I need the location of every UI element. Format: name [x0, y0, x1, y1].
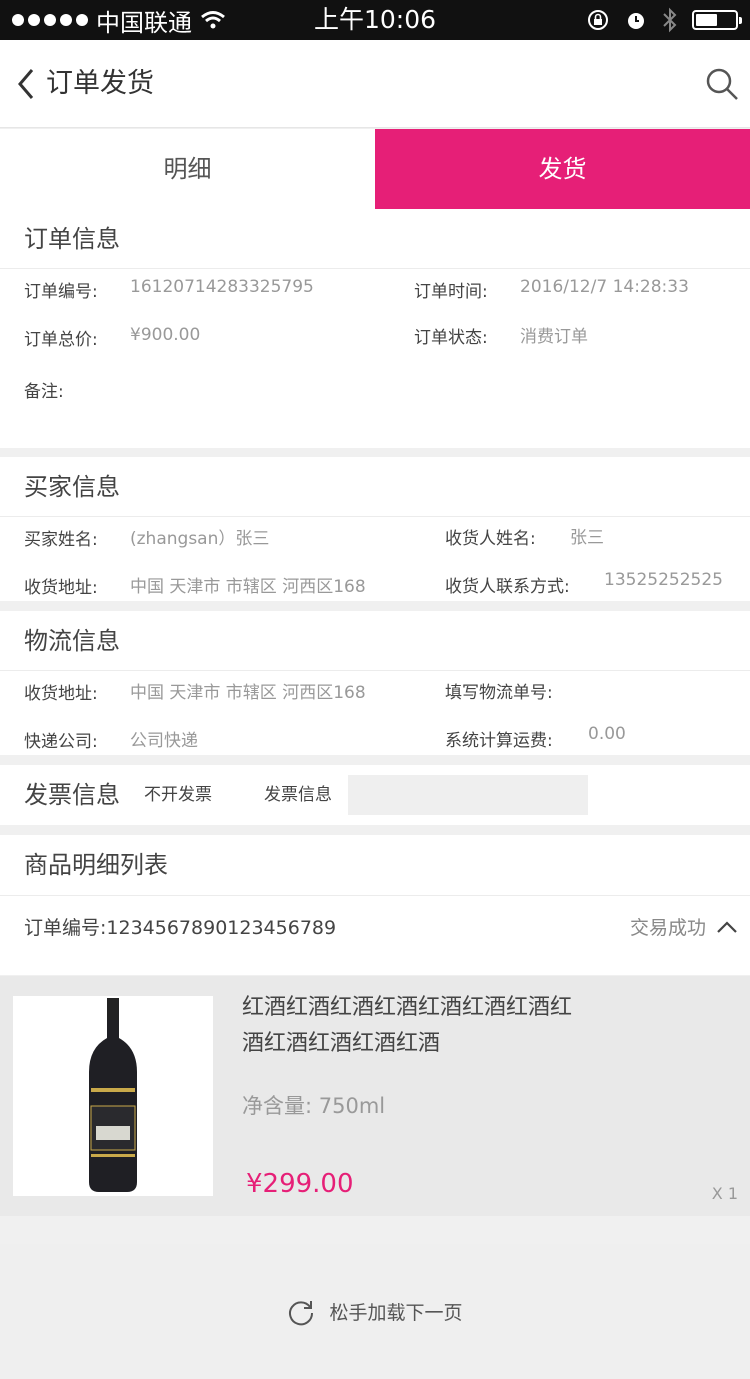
tab-bar: 明细 发货 — [0, 129, 750, 209]
section-title: 订单信息 — [0, 209, 750, 269]
product-price: ¥299.00 — [246, 1169, 354, 1199]
load-more-label: 松手加载下一页 — [329, 1302, 463, 1324]
goods-order-no: 订单编号:1234567890123456789 — [24, 917, 337, 939]
battery-icon — [692, 10, 742, 30]
product-quantity: X 1 — [711, 1184, 738, 1203]
list-item[interactable]: 红酒红酒红酒红酒红酒红酒红酒红 酒红酒红酒红酒红酒 净含量: 750ml ¥29… — [0, 976, 750, 1216]
tab-detail[interactable]: 明细 — [0, 129, 375, 209]
order-status-value: 消费订单 — [520, 327, 588, 347]
order-status-label: 订单状态: — [414, 328, 488, 348]
product-volume: 净含量: 750ml — [242, 1094, 386, 1118]
bluetooth-icon — [663, 7, 677, 33]
courier-value: 公司快递 — [130, 731, 198, 751]
refresh-icon — [289, 1300, 314, 1325]
section-title: 买家信息 — [0, 457, 750, 517]
tracking-no-label[interactable]: 填写物流单号: — [445, 678, 553, 703]
nav-bar: 订单发货 — [0, 40, 750, 128]
product-image — [13, 996, 213, 1196]
status-bar: 中国联通 上午10:06 — [0, 0, 750, 40]
buyer-name-value: (zhangsan）张三 — [130, 529, 270, 549]
buyer-info-section: 买家信息 买家姓名: (zhangsan）张三 收货人姓名: 张三 收货地址: … — [0, 457, 750, 601]
rotation-lock-icon — [588, 10, 608, 30]
invoice-info-label: 发票信息 — [264, 785, 332, 805]
order-no-value: 16120714283325795 — [130, 277, 314, 297]
tab-ship[interactable]: 发货 — [375, 129, 750, 209]
status-right — [586, 0, 742, 40]
freight-label: 系统计算运费: — [445, 731, 553, 751]
order-total-value: ¥900.00 — [130, 325, 201, 345]
courier-label: 快递公司: — [24, 732, 98, 752]
logistics-address-label: 收货地址: — [24, 684, 98, 704]
section-title: 商品明细列表 — [24, 851, 168, 879]
invoice-option[interactable]: 不开发票 — [144, 765, 212, 825]
logistics-address-value: 中国 天津市 市辖区 河西区168 — [130, 683, 366, 703]
trade-status-toggle[interactable]: 交易成功 — [630, 913, 738, 940]
section-title: 发票信息 — [24, 781, 120, 809]
invoice-info-input[interactable] — [348, 775, 588, 815]
buyer-name-label: 买家姓名: — [24, 530, 98, 550]
order-info-section: 订单信息 订单编号: 16120714283325795 订单时间: 2016/… — [0, 209, 750, 448]
logistics-info-section: 物流信息 收货地址: 中国 天津市 市辖区 河西区168 填写物流单号: 快递公… — [0, 611, 750, 755]
order-time-value: 2016/12/7 14:28:33 — [520, 277, 689, 297]
section-title: 物流信息 — [0, 611, 750, 671]
invoice-section: 发票信息 不开发票 发票信息 — [0, 765, 750, 825]
page-title: 订单发货 — [46, 68, 154, 99]
contact-value: 13525252525 — [604, 570, 723, 590]
chevron-up-icon — [717, 920, 737, 933]
product-name: 红酒红酒红酒红酒红酒红酒红酒红 酒红酒红酒红酒红酒 — [242, 990, 612, 1062]
contact-label: 收货人联系方式: — [445, 577, 570, 597]
receiver-label: 收货人姓名: — [445, 529, 536, 549]
goods-section: 商品明细列表 订单编号:1234567890123456789 交易成功 — [0, 835, 750, 975]
product-name-line2: 酒红酒红酒红酒红酒 — [242, 1031, 441, 1056]
wine-bottle-icon — [89, 998, 137, 1192]
search-icon[interactable] — [704, 66, 740, 102]
order-time-label: 订单时间: — [414, 282, 488, 302]
freight-value: 0.00 — [588, 724, 626, 744]
address-label: 收货地址: — [24, 578, 98, 598]
product-name-line1: 红酒红酒红酒红酒红酒红酒红酒红 — [242, 995, 573, 1020]
pull-to-load[interactable]: 松手加载下一页 — [0, 1244, 750, 1379]
trade-status: 交易成功 — [629, 917, 706, 939]
address-value: 中国 天津市 市辖区 河西区168 — [130, 577, 366, 597]
order-no-label: 订单编号: — [24, 282, 98, 302]
receiver-value: 张三 — [570, 528, 604, 548]
back-arrow-icon[interactable] — [14, 66, 38, 102]
divider — [0, 895, 750, 896]
alarm-icon — [628, 13, 644, 29]
remark-label: 备注: — [24, 382, 64, 402]
order-total-label: 订单总价: — [24, 330, 98, 350]
